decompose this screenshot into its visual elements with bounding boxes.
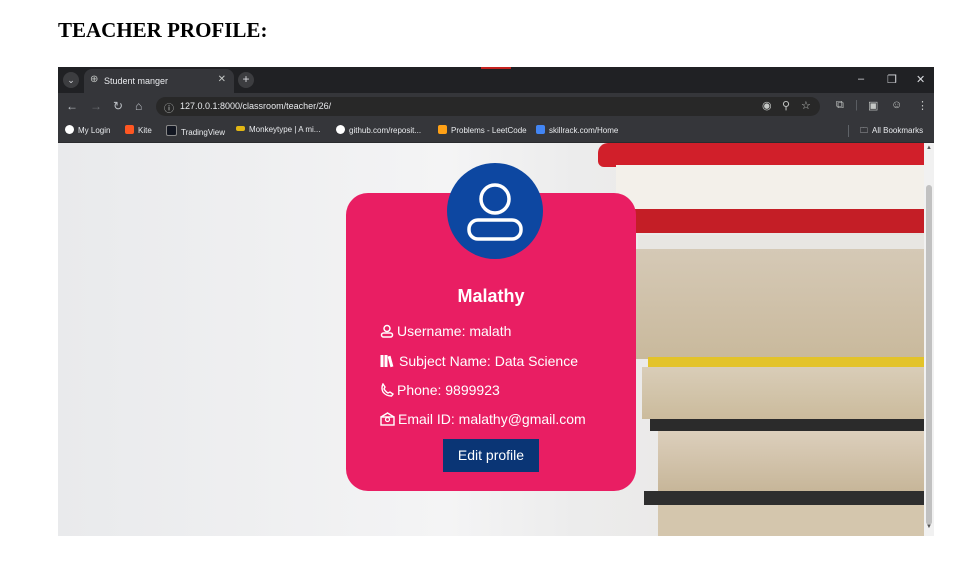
toolbar-divider: | bbox=[855, 99, 858, 111]
bookmark-item[interactable]: My Login bbox=[65, 125, 110, 135]
scrollbar-thumb[interactable] bbox=[926, 185, 932, 525]
page-viewport: Malathy Username: malath Subject Name: D… bbox=[58, 143, 924, 536]
teacher-name: Malathy bbox=[457, 286, 525, 306]
tab-title: Student manger bbox=[104, 76, 169, 86]
bookmark-item[interactable]: skillrack.com/Home bbox=[536, 125, 618, 135]
url-text: 127.0.0.1:8000/classroom/teacher/26/ bbox=[180, 101, 332, 111]
close-tab-icon[interactable]: ✕ bbox=[218, 74, 226, 85]
site-info-icon[interactable]: ⓘ bbox=[164, 100, 174, 115]
bookmark-favicon-icon bbox=[166, 125, 177, 136]
bookmark-item[interactable]: Kite bbox=[125, 125, 152, 135]
tab-search-button[interactable]: ⌄ bbox=[63, 72, 79, 88]
github-icon bbox=[336, 125, 345, 134]
subject-text: Subject Name: Data Science bbox=[399, 353, 578, 369]
close-window-icon[interactable]: ✕ bbox=[916, 73, 925, 86]
bookmarks-bar: My Login Kite TradingView Monkeytype | A… bbox=[58, 120, 934, 143]
leetcode-icon bbox=[438, 125, 447, 134]
window-accent bbox=[481, 67, 511, 69]
restore-icon[interactable]: ❐ bbox=[887, 73, 897, 86]
user-avatar-icon bbox=[467, 183, 523, 241]
username-text: Username: malath bbox=[397, 323, 512, 339]
forward-icon[interactable]: → bbox=[90, 99, 102, 113]
extensions-icon[interactable]: ⧉ bbox=[836, 99, 844, 112]
scroll-down-icon[interactable]: ▼ bbox=[926, 524, 932, 530]
home-icon[interactable]: ⌂ bbox=[135, 99, 142, 113]
bookmark-item[interactable]: Problems - LeetCode bbox=[438, 125, 527, 135]
zoom-icon[interactable]: ⚲ bbox=[782, 99, 790, 112]
email-row: Email ID: malathy@gmail.com bbox=[380, 411, 586, 427]
scroll-up-icon[interactable]: ▲ bbox=[926, 145, 932, 151]
profile-icon[interactable]: ☺ bbox=[891, 99, 902, 111]
menu-icon[interactable]: ⋮ bbox=[917, 99, 928, 112]
phone-icon bbox=[381, 382, 395, 397]
bookmark-favicon-icon bbox=[65, 125, 74, 134]
bookmark-item[interactable]: github.com/reposit... bbox=[336, 125, 421, 135]
email-icon bbox=[380, 412, 395, 426]
bookmark-star-icon[interactable]: ☆ bbox=[801, 99, 811, 112]
avatar bbox=[447, 163, 543, 259]
google-lens-icon[interactable]: ◉ bbox=[762, 99, 772, 112]
minimize-icon[interactable]: – bbox=[858, 73, 864, 85]
books-icon bbox=[380, 355, 394, 368]
side-panel-icon[interactable]: ▣ bbox=[868, 99, 878, 112]
phone-row: Phone: 9899923 bbox=[380, 382, 500, 398]
browser-toolbar: ← → ↻ ⌂ ⓘ 127.0.0.1:8000/classroom/teach… bbox=[58, 93, 934, 120]
document-heading: TEACHER PROFILE: bbox=[58, 18, 268, 42]
folder-icon: 🗀 bbox=[860, 126, 868, 135]
subject-row: Subject Name: Data Science bbox=[380, 353, 578, 369]
edit-profile-button[interactable]: Edit profile bbox=[443, 439, 539, 472]
bookmark-favicon-icon bbox=[236, 126, 245, 131]
bookmark-favicon-icon bbox=[125, 125, 134, 134]
globe-icon: ⊕ bbox=[90, 74, 99, 85]
email-text: Email ID: malathy@gmail.com bbox=[398, 411, 586, 427]
all-bookmarks-button[interactable]: 🗀 All Bookmarks bbox=[860, 125, 923, 139]
bookmark-favicon-icon bbox=[536, 125, 545, 134]
bookmarks-divider bbox=[848, 125, 849, 137]
browser-window: ⌄ ⊕ Student manger ✕ + – ❐ ✕ ← → ↻ ⌂ ⓘ 1… bbox=[58, 67, 934, 536]
user-icon bbox=[380, 324, 394, 338]
username-row: Username: malath bbox=[380, 323, 511, 339]
back-icon[interactable]: ← bbox=[66, 99, 78, 113]
bookmark-item[interactable]: Monkeytype | A mi... bbox=[236, 125, 320, 134]
new-tab-button[interactable]: + bbox=[238, 72, 254, 88]
phone-text: Phone: 9899923 bbox=[397, 382, 500, 398]
bookmark-item[interactable]: TradingView bbox=[166, 125, 225, 137]
browser-tab[interactable]: ⊕ Student manger ✕ bbox=[84, 69, 234, 93]
reload-icon[interactable]: ↻ bbox=[113, 99, 123, 113]
address-bar[interactable]: ⓘ 127.0.0.1:8000/classroom/teacher/26/ ◉… bbox=[156, 97, 820, 116]
tab-strip: ⌄ ⊕ Student manger ✕ + – ❐ ✕ bbox=[58, 67, 934, 93]
